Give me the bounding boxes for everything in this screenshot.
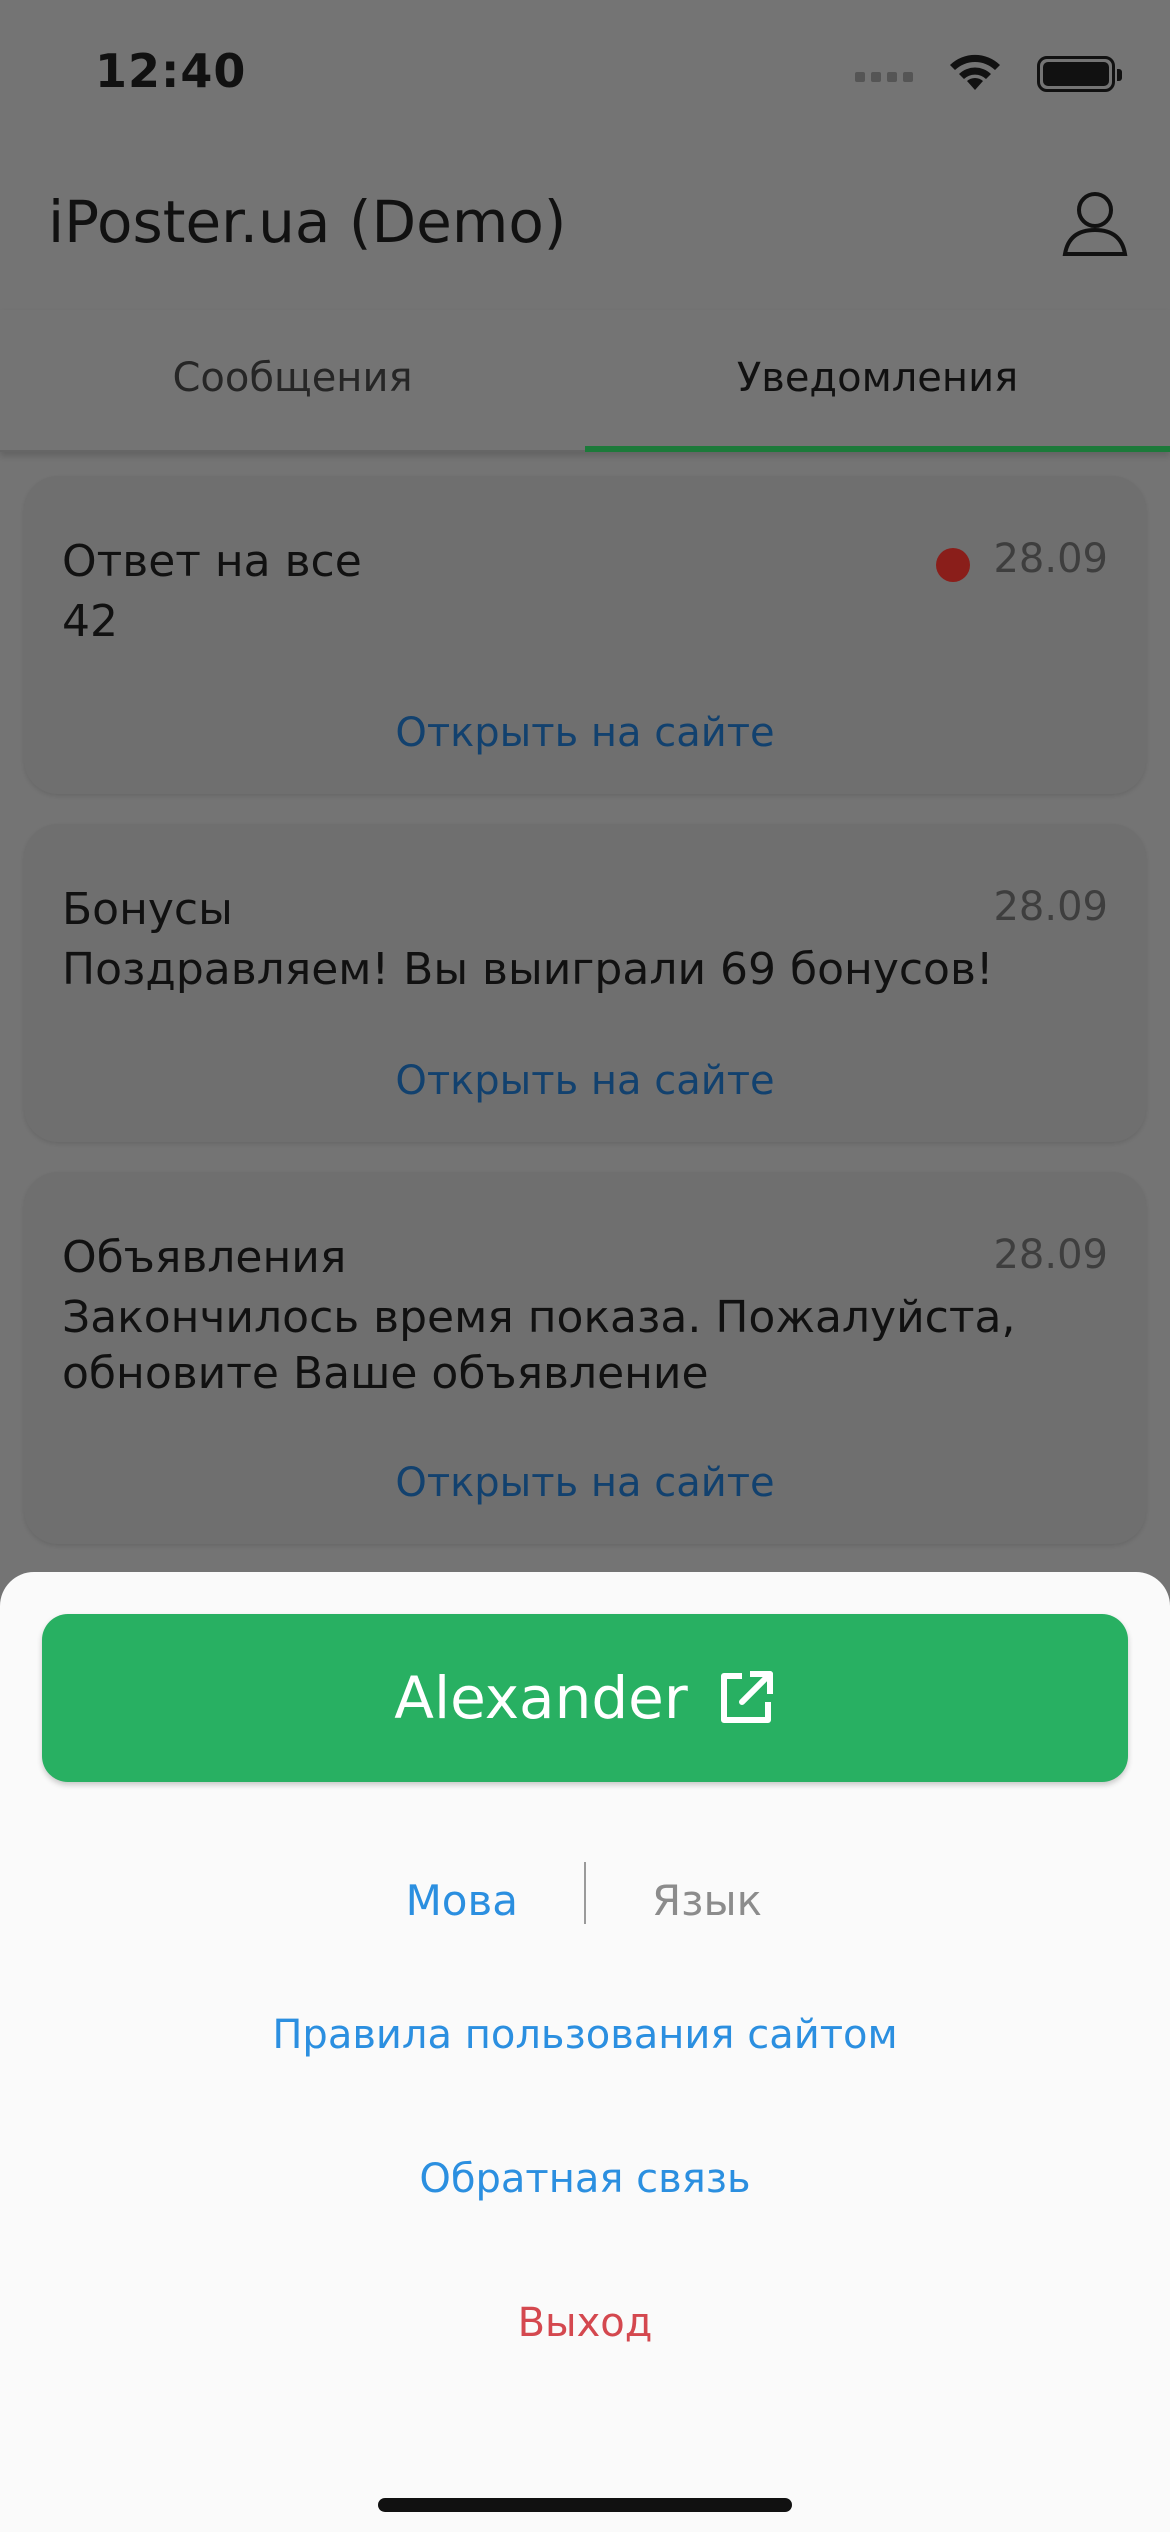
notification-title: Ответ на все [62,536,362,587]
user-profile-button[interactable]: Alexander [42,1614,1128,1782]
notification-date: 28.09 [993,536,1108,582]
open-on-site-link[interactable]: Открыть на сайте [24,1058,1146,1104]
language-option-ua[interactable]: Мова [406,1876,518,1925]
unread-indicator [936,548,970,582]
notification-body: Поздравляем! Вы выиграли 69 бонусов! [62,944,994,995]
language-option-ru[interactable]: Язык [652,1876,762,1925]
user-name-label: Alexander [394,1664,688,1732]
wifi-icon [950,54,1000,90]
notification-date: 28.09 [993,884,1108,930]
language-switcher: Мова Язык [0,1862,1170,1942]
logout-link[interactable]: Выход [0,2300,1170,2346]
notification-date: 28.09 [993,1232,1108,1278]
screen: 12:40 iPoster.ua (Demo) Сообщения Уведом… [0,0,1170,2532]
cellular-signal-icon [855,72,915,86]
site-rules-link[interactable]: Правила пользования сайтом [0,2012,1170,2058]
app-bar: iPoster.ua (Demo) [0,150,1170,310]
open-on-site-link[interactable]: Открыть на сайте [24,710,1146,756]
feedback-link[interactable]: Обратная связь [0,2156,1170,2202]
status-time: 12:40 [95,44,247,98]
notification-card: Объявления 28.09 Закончилось время показ… [24,1172,1146,1544]
notification-card: Ответ на все 28.09 42 Открыть на сайте [24,476,1146,794]
tab-notifications[interactable]: Уведомления [585,310,1170,452]
status-bar: 12:40 [0,0,1170,150]
external-link-icon [720,1671,773,1723]
language-divider [584,1862,586,1924]
notification-body: 42 [62,596,118,647]
notification-body: Закончилось время показа. Пожалуйста, об… [62,1292,1016,1399]
notification-title: Бонусы [62,884,233,935]
notification-title: Объявления [62,1232,347,1283]
notification-card: Бонусы 28.09 Поздравляем! Вы выиграли 69… [24,824,1146,1142]
tab-messages[interactable]: Сообщения [0,310,585,450]
tab-notifications-label: Уведомления [736,355,1019,401]
home-indicator [378,2498,792,2512]
account-bottom-sheet: Alexander Мова Язык Правила пользования … [0,1572,1170,2532]
tab-messages-label: Сообщения [172,355,413,401]
profile-icon[interactable] [1060,188,1130,258]
open-on-site-link[interactable]: Открыть на сайте [24,1460,1146,1506]
tab-bar: Сообщения Уведомления [0,310,1170,452]
tab-active-indicator [585,446,1170,452]
app-title: iPoster.ua (Demo) [48,188,567,256]
battery-icon [1037,56,1122,92]
